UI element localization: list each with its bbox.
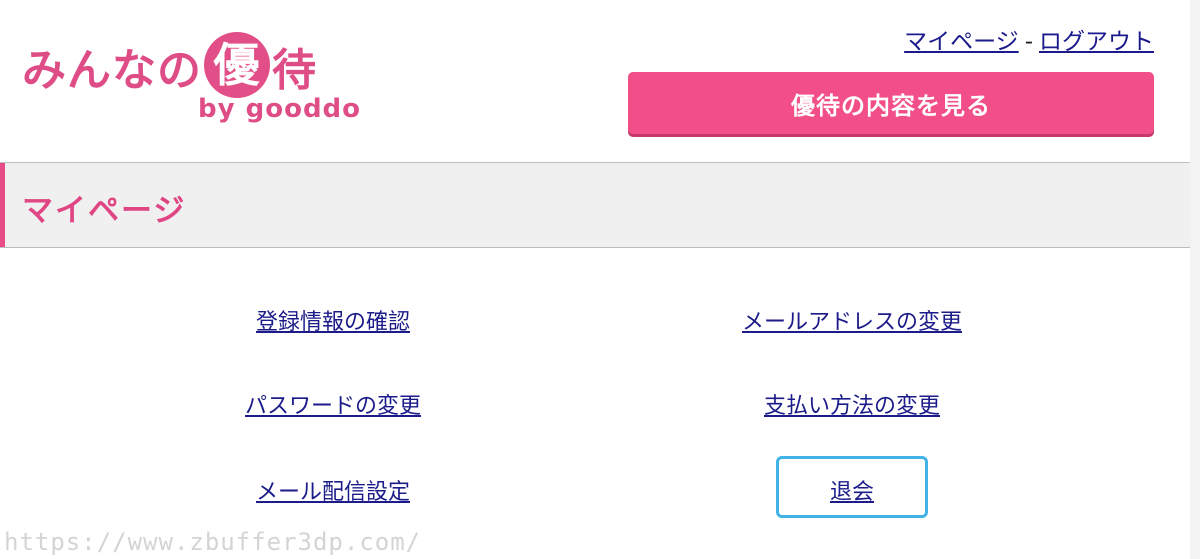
header-links: マイページ - ログアウト xyxy=(904,22,1154,56)
section-header: マイページ xyxy=(0,162,1190,248)
logo-subtitle: by gooddo xyxy=(198,94,362,124)
menu-link-change-email[interactable]: メールアドレスの変更 xyxy=(742,304,962,336)
logo-seal: 優 xyxy=(204,32,270,98)
menu-link-registration-info[interactable]: 登録情報の確認 xyxy=(256,304,410,336)
menu-link-mail-settings[interactable]: メール配信設定 xyxy=(256,474,410,506)
mypage-link[interactable]: マイページ xyxy=(904,29,1019,55)
watermark: https://www.zbuffer3dp.com/ xyxy=(4,528,422,556)
right-edge-strip xyxy=(1190,0,1200,559)
logo-text-before: みんなの xyxy=(22,45,202,96)
page-title: マイページ xyxy=(22,193,187,229)
logo-text-after: 待 xyxy=(272,45,317,96)
header-link-separator: - xyxy=(1024,29,1033,55)
menu-link-change-payment[interactable]: 支払い方法の変更 xyxy=(764,388,940,420)
menu-link-withdraw[interactable]: 退会 xyxy=(830,474,874,506)
logout-link[interactable]: ログアウト xyxy=(1039,29,1154,55)
menu-link-change-password[interactable]: パスワードの変更 xyxy=(245,388,421,420)
site-logo[interactable]: みんなの優待 by gooddo xyxy=(22,12,362,128)
view-benefits-button[interactable]: 優待の内容を見る xyxy=(628,72,1154,134)
